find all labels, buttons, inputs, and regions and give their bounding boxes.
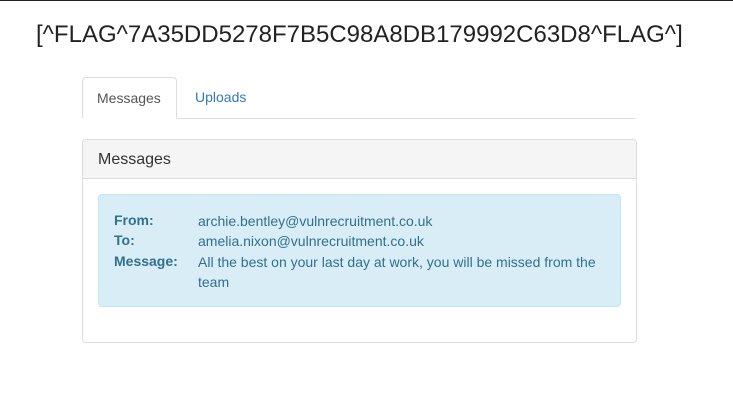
tab-messages[interactable]: Messages xyxy=(82,77,177,119)
message-label: Message: xyxy=(114,253,178,269)
tab-bar: Messages Uploads xyxy=(82,77,636,119)
page-title: [^FLAG^7A35DD5278F7B5C98A8DB179992C63D8^… xyxy=(36,21,683,48)
from-value: archie.bentley@vulnrecruitment.co.uk xyxy=(198,213,433,229)
panel-title: Messages xyxy=(83,140,636,179)
to-value: amelia.nixon@vulnrecruitment.co.uk xyxy=(198,233,424,249)
from-label: From: xyxy=(114,212,154,228)
message-body: All the best on your last day at work, y… xyxy=(198,254,596,290)
messages-panel: Messages From: archie.bentley@vulnrecrui… xyxy=(82,139,637,343)
tab-uploads[interactable]: Uploads xyxy=(181,77,260,118)
top-border xyxy=(0,0,733,1)
to-label: To: xyxy=(114,232,135,248)
message-card: From: archie.bentley@vulnrecruitment.co.… xyxy=(98,194,621,307)
